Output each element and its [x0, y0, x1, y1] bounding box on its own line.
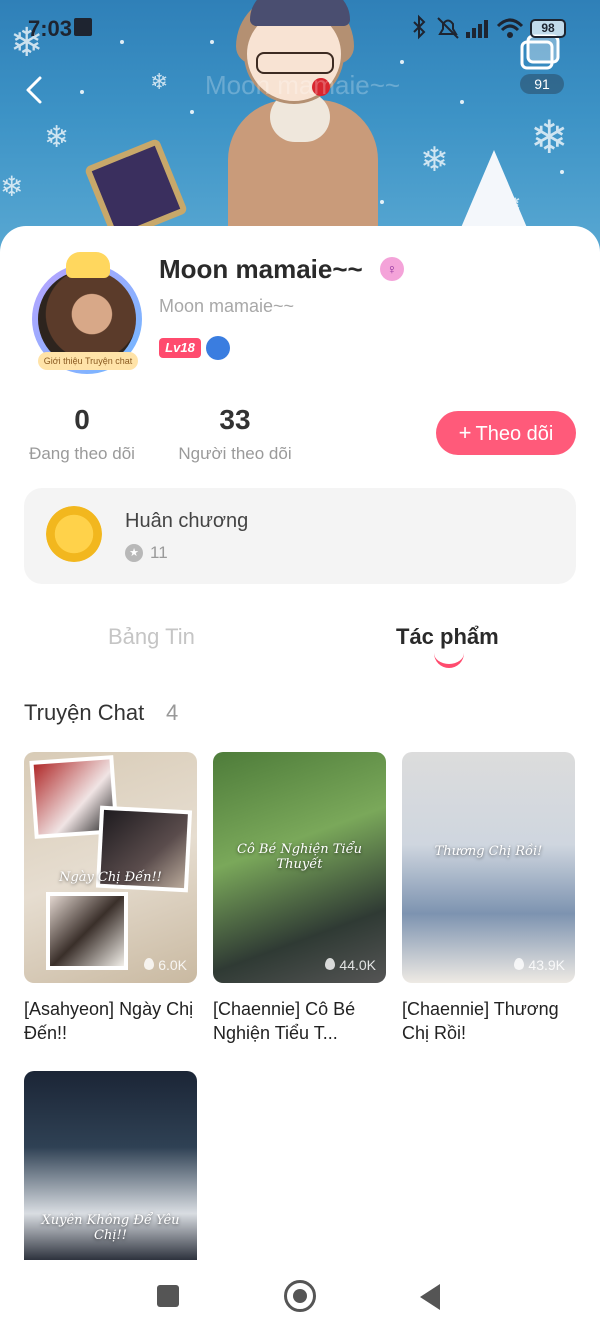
- follow-button[interactable]: + Theo dõi: [436, 411, 576, 455]
- avatar[interactable]: Giới thiệu Truyện chat: [26, 252, 148, 374]
- thumbnail-caption: Xuyên Không Để Yêu Chị!!: [41, 1213, 180, 1243]
- thumbnail-caption: Thương Chị Rồi!: [434, 844, 543, 859]
- section-count: 4: [166, 700, 179, 725]
- profile-name: Moon mamaie~~: [159, 254, 363, 284]
- medal-card[interactable]: Huân chương ★ 11: [24, 488, 576, 584]
- followers-label: Người theo dõi: [178, 444, 292, 463]
- female-gender-icon: ♀: [380, 257, 404, 281]
- section-title: Truyện Chat: [24, 700, 145, 725]
- view-count: 44.0K: [325, 957, 376, 973]
- snow-dot: [380, 200, 384, 204]
- thumbnail-caption: Cô Bé Nghiện Tiểu Thuyết: [237, 842, 362, 872]
- story-title: [Asahyeon] Ngày Chị Đến!!: [24, 999, 194, 1043]
- story-card[interactable]: Thương Chị Rồi! 43.9K [Chaennie] Thương …: [402, 752, 575, 1045]
- flame-icon: [514, 958, 525, 970]
- snowflake-decoration: ❄: [420, 140, 449, 180]
- snowflake-decoration: ❄: [0, 170, 24, 203]
- followers-stat[interactable]: 33 Người theo dõi: [172, 404, 298, 464]
- following-stat[interactable]: 0 Đang theo dõi: [24, 404, 140, 464]
- avatar-caption: Giới thiệu Truyện chat: [38, 352, 138, 370]
- followers-count: 33: [219, 404, 251, 435]
- following-count: 0: [74, 404, 90, 435]
- back-triangle-icon[interactable]: [420, 1284, 440, 1310]
- tree-decoration: [460, 150, 528, 230]
- follow-button-label: Theo dõi: [475, 423, 554, 445]
- muted-bell-icon: [437, 17, 459, 39]
- star-icon: ★: [125, 544, 143, 562]
- snow-dot: [400, 60, 404, 64]
- snowflake-decoration: ❄: [530, 110, 569, 164]
- story-thumbnail: Xuyên Không Để Yêu Chị!!: [24, 1071, 197, 1261]
- medal-title: Huân chương: [125, 510, 249, 532]
- status-time: 7:03: [28, 16, 73, 41]
- story-card[interactable]: Ngày Chị Đến!! 6.0K [Asahyeon] Ngày Chị …: [24, 752, 197, 1045]
- snow-dot: [80, 90, 84, 94]
- status-bar: 7:03 98: [0, 0, 600, 56]
- story-thumbnail: Ngày Chị Đến!! 6.0K: [24, 752, 197, 983]
- story-title: [Chaennie] Thương Chị Rồi!: [402, 999, 559, 1043]
- wifi-icon: [496, 18, 524, 38]
- flame-icon: [144, 958, 155, 970]
- home-icon[interactable]: [284, 1280, 316, 1312]
- droplet-badge-icon: [206, 336, 230, 360]
- level-badge: Lv18: [159, 338, 201, 358]
- snowflake-decoration: ❄: [44, 120, 70, 155]
- medal-count: 11: [150, 543, 168, 562]
- back-arrow-icon[interactable]: [22, 74, 48, 106]
- battery-indicator: 98: [530, 19, 566, 38]
- story-thumbnail: Thương Chị Rồi! 43.9K: [402, 752, 575, 983]
- avatar-crown-decoration: [66, 252, 110, 278]
- tab-works[interactable]: Tác phẩm: [396, 624, 499, 650]
- story-card[interactable]: Cô Bé Nghiện Tiểu Thuyết 44.0K [Chaennie…: [213, 752, 386, 1045]
- plus-icon: +: [458, 420, 472, 445]
- story-card[interactable]: Xuyên Không Để Yêu Chị!!: [24, 1071, 197, 1261]
- snow-dot: [460, 100, 464, 104]
- bluetooth-icon: [413, 14, 426, 40]
- story-title: [Chaennie] Cô Bé Nghiện Tiểu T...: [213, 999, 356, 1043]
- recent-apps-icon[interactable]: [157, 1285, 179, 1307]
- flame-icon: [325, 958, 336, 970]
- view-count: 6.0K: [144, 957, 187, 973]
- story-thumbnail: Cô Bé Nghiện Tiểu Thuyết 44.0K: [213, 752, 386, 983]
- snow-dot: [190, 110, 194, 114]
- system-navigation-bar: [0, 1260, 600, 1333]
- upload-notification-icon: [74, 18, 92, 36]
- snowflake-decoration: ❄: [150, 70, 169, 95]
- medal-icon: [46, 506, 102, 562]
- tab-news-feed[interactable]: Bảng Tin: [108, 624, 195, 650]
- notification-count-badge[interactable]: 91: [520, 74, 564, 94]
- photo-collage-item: [46, 892, 128, 970]
- thumbnail-caption: Ngày Chị Đến!!: [59, 870, 162, 885]
- signal-icon: [466, 20, 488, 38]
- following-label: Đang theo dõi: [29, 444, 135, 463]
- profile-subtitle: Moon mamaie~~: [159, 296, 295, 316]
- banner-ghost-title: Moon mamaie~~: [205, 70, 401, 100]
- view-count: 43.9K: [514, 957, 565, 973]
- snow-dot: [560, 170, 564, 174]
